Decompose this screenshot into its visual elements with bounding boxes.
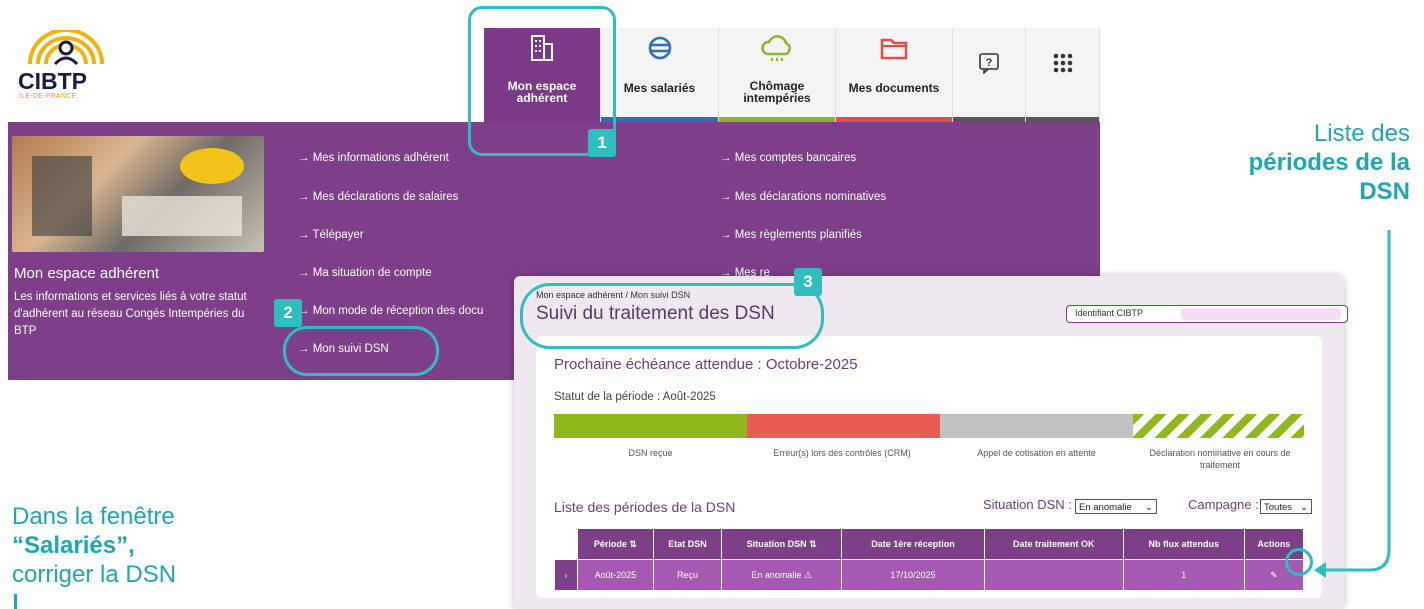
period-status: Statut de la période : Août-2025 <box>554 391 716 403</box>
grid-apps-icon <box>1026 52 1099 84</box>
col-periode[interactable]: Période ⇅ <box>577 528 654 560</box>
logo-region: ILE-DE-FRANCE <box>19 93 77 100</box>
identifiant-field[interactable]: Identifiant CIBTP <box>1066 305 1348 323</box>
logo-name: CIBTP <box>18 68 87 94</box>
logo-arcs-icon <box>28 30 104 66</box>
menu-item-declarations-nominatives[interactable]: → Mes déclarations nominatives <box>720 191 886 203</box>
sort-icon: ⇅ <box>809 538 817 549</box>
status-dsn-recue <box>554 414 747 438</box>
help-chat-icon: ? <box>953 52 1025 84</box>
legend-erreurs-crm: Erreur(s) lors des contrôles (CRM) <box>773 448 911 458</box>
cibtp-logo[interactable]: CIBTP ILE-DE-FRANCE <box>18 30 138 104</box>
tab-mes-salaries[interactable]: Mes salariés <box>601 28 719 122</box>
chevron-down-icon: ⌄ <box>1300 502 1308 513</box>
tab-apps-grid[interactable] <box>1026 28 1100 122</box>
tab-mes-documents[interactable]: Mes documents <box>836 28 953 122</box>
cell-nb-flux: 1 <box>1122 559 1245 591</box>
menu-item-situation-compte[interactable]: → Ma situation de compte <box>298 267 432 279</box>
periods-list-title: Liste des périodes de la DSN <box>554 499 736 515</box>
menu-item-comptes-bancaires[interactable]: → Mes comptes bancaires <box>720 152 856 164</box>
cell-text: En anomalie <box>751 569 802 580</box>
col-etat-dsn: Etat DSN <box>652 528 723 560</box>
periods-table: Période ⇅ Etat DSN Situation DSN ⇅ Date … <box>554 528 1305 591</box>
legend-dsn-recue: DSN reçue <box>628 448 673 458</box>
note-right-line3: DSN <box>1359 178 1410 205</box>
tab-chomage-intemperies[interactable]: Chômage intempéries <box>719 28 836 122</box>
cell-situation: En anomalie ⚠ <box>721 559 843 591</box>
note-right-line2: périodes de la <box>1248 149 1410 176</box>
filter-situation-select[interactable]: En anomalie ⌄ <box>1075 499 1157 514</box>
badge-step-2: 2 <box>274 299 302 327</box>
next-deadline: Prochaine échéance attendue : Octobre-20… <box>554 356 858 373</box>
badge-step-1: 1 <box>588 129 616 157</box>
note-right-line1: Liste des <box>1313 120 1410 147</box>
menu-item-telepayer[interactable]: → Télépayer <box>298 229 364 241</box>
tab-help[interactable]: ? <box>953 28 1026 122</box>
table-row: › Août-2025 Reçu En anomalie ⚠ 17/10/202… <box>554 559 1305 591</box>
menu-item-mode-reception[interactable]: → Mon mode de réception des docu <box>298 305 512 317</box>
tab-label: Mes documents <box>848 81 940 95</box>
menu-photo <box>12 136 264 252</box>
callout-2-frame <box>283 326 439 376</box>
col-nb-flux: Nb flux attendus <box>1122 528 1245 560</box>
cloud-rain-icon <box>719 34 835 66</box>
warning-icon: ⚠ <box>803 569 813 580</box>
cell-date-reception: 17/10/2025 <box>841 559 985 591</box>
cell-date-traitement <box>983 559 1124 591</box>
filter-campagne-value: Toutes <box>1264 502 1292 513</box>
expand-row-icon[interactable]: › <box>554 559 578 591</box>
status-appel-cotisation <box>940 414 1133 438</box>
edit-pencil-icon[interactable]: ✎ <box>1270 570 1278 580</box>
col-date-reception: Date 1ère réception <box>841 528 985 560</box>
note-left-line1: Dans la fenêtre <box>12 503 175 530</box>
callout-arrow <box>1314 230 1391 578</box>
filter-campagne-label: Campagne : <box>1188 497 1259 512</box>
identifiant-label: Identifiant CIBTP <box>1075 308 1144 318</box>
callout-actions-circle <box>1285 548 1313 576</box>
col-label: Période <box>593 538 627 549</box>
cell-periode: Août-2025 <box>577 559 654 591</box>
chevron-down-icon: ⌄ <box>1145 502 1153 513</box>
tab-label: Mes salariés <box>623 81 696 95</box>
callout-3-frame <box>520 283 824 349</box>
legend-declaration-nominative: Déclaration nominative en cours de trait… <box>1149 448 1291 470</box>
col-date-traitement: Date traitement OK <box>983 528 1124 560</box>
folder-icon <box>836 34 952 66</box>
menu-title: Mon espace adhérent <box>14 265 160 282</box>
tab-label-line2: intempéries <box>743 91 811 105</box>
note-left-line3: corriger la DSN <box>12 561 177 588</box>
menu-description: Les informations et services liés à votr… <box>14 291 247 337</box>
menu-item-reglements-planifies[interactable]: → Mes règlements planifiés <box>720 229 862 241</box>
legend-appel-cotisation: Appel de cotisation en attente <box>977 448 1096 458</box>
menu-item-mes-declarations-salaires[interactable]: → Mes déclarations de salaires <box>298 191 458 203</box>
badge-step-3: 3 <box>794 268 822 296</box>
sort-icon: ⇅ <box>629 538 637 549</box>
table-header-row: Période ⇅ Etat DSN Situation DSN ⇅ Date … <box>554 528 1305 560</box>
col-situation-dsn[interactable]: Situation DSN ⇅ <box>721 528 843 560</box>
note-left-arrow-stem <box>14 594 17 609</box>
filter-situation-value: En anomalie <box>1079 502 1132 513</box>
filter-situation-label: Situation DSN : <box>983 497 1072 512</box>
status-declaration-nominative <box>1133 414 1304 438</box>
filter-campagne-select[interactable]: Toutes ⌄ <box>1260 499 1312 514</box>
cell-etat: Reçu <box>652 559 723 591</box>
col-label: Situation DSN <box>746 538 807 549</box>
people-icon <box>601 34 718 66</box>
note-left-line2: “Salariés”, <box>12 532 135 559</box>
menu-item-mes-informations[interactable]: → Mes informations adhérent <box>298 152 449 164</box>
svg-text:?: ? <box>986 57 993 69</box>
status-erreurs-crm <box>747 414 940 438</box>
expand-column-header <box>554 528 578 560</box>
